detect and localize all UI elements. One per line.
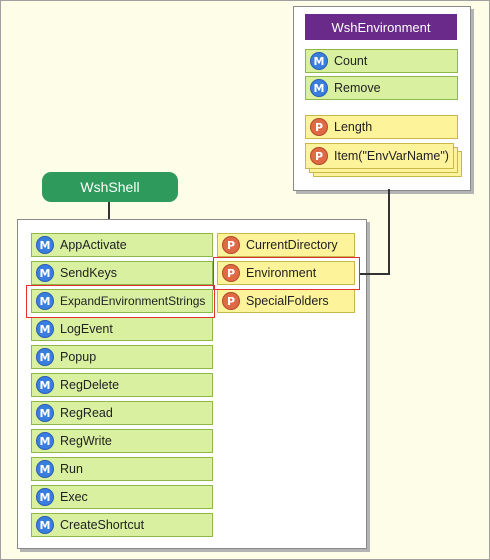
method-badge-icon: M [36, 264, 54, 282]
method-sendkeys: M SendKeys [31, 261, 213, 285]
method-label: Remove [334, 81, 381, 95]
wshshell-connector [108, 202, 110, 219]
method-badge-icon: M [36, 376, 54, 394]
environment-connector-horizontal [360, 273, 389, 275]
method-badge-icon: M [36, 320, 54, 338]
property-label: Length [334, 120, 373, 134]
method-label: RegWrite [60, 434, 112, 448]
method-regwrite: M RegWrite [31, 429, 213, 453]
wshenvironment-title: WshEnvironment [305, 14, 457, 40]
method-badge-icon: M [310, 79, 328, 97]
property-currentdirectory: P CurrentDirectory [217, 233, 355, 257]
environment-connector-vertical [388, 189, 390, 275]
method-badge-icon: M [36, 404, 54, 422]
property-badge-icon: P [310, 118, 328, 136]
environment-highlight [213, 257, 360, 290]
method-label: Popup [60, 350, 97, 364]
method-badge-icon: M [36, 236, 54, 254]
method-createshortcut: M CreateShortcut [31, 513, 213, 537]
property-badge-icon: P [310, 147, 328, 165]
method-logevent: M LogEvent [31, 317, 213, 341]
method-regread: M RegRead [31, 401, 213, 425]
method-regdelete: M RegDelete [31, 373, 213, 397]
property-badge-icon: P [222, 236, 240, 254]
method-badge-icon: M [36, 432, 54, 450]
method-run: M Run [31, 457, 213, 481]
diagram-canvas: WshEnvironment M Count M Remove P Length… [0, 0, 490, 560]
property-label: Item("EnvVarName") [334, 149, 449, 163]
method-label: Run [60, 462, 83, 476]
method-label: RegRead [60, 406, 113, 420]
property-label: CurrentDirectory [246, 238, 338, 252]
method-badge-icon: M [36, 488, 54, 506]
method-badge-icon: M [310, 52, 328, 70]
env-method-remove: M Remove [305, 76, 458, 100]
property-label: SpecialFolders [246, 294, 329, 308]
property-specialfolders: P SpecialFolders [217, 289, 355, 313]
method-badge-icon: M [36, 516, 54, 534]
method-popup: M Popup [31, 345, 213, 369]
property-badge-icon: P [222, 292, 240, 310]
method-label: Count [334, 54, 368, 68]
method-label: LogEvent [60, 322, 113, 336]
method-exec: M Exec [31, 485, 213, 509]
method-label: SendKeys [60, 266, 117, 280]
method-label: Exec [60, 490, 88, 504]
env-method-count: M Count [305, 49, 458, 73]
env-property-item: P Item("EnvVarName") [305, 143, 454, 169]
method-badge-icon: M [36, 460, 54, 478]
method-badge-icon: M [36, 348, 54, 366]
env-property-length: P Length [305, 115, 458, 139]
wshshell-node: WshShell [42, 172, 178, 202]
method-label: CreateShortcut [60, 518, 145, 532]
method-label: RegDelete [60, 378, 120, 392]
method-label: AppActivate [60, 238, 127, 252]
expandenvironmentstrings-highlight [26, 285, 215, 318]
method-appactivate: M AppActivate [31, 233, 213, 257]
